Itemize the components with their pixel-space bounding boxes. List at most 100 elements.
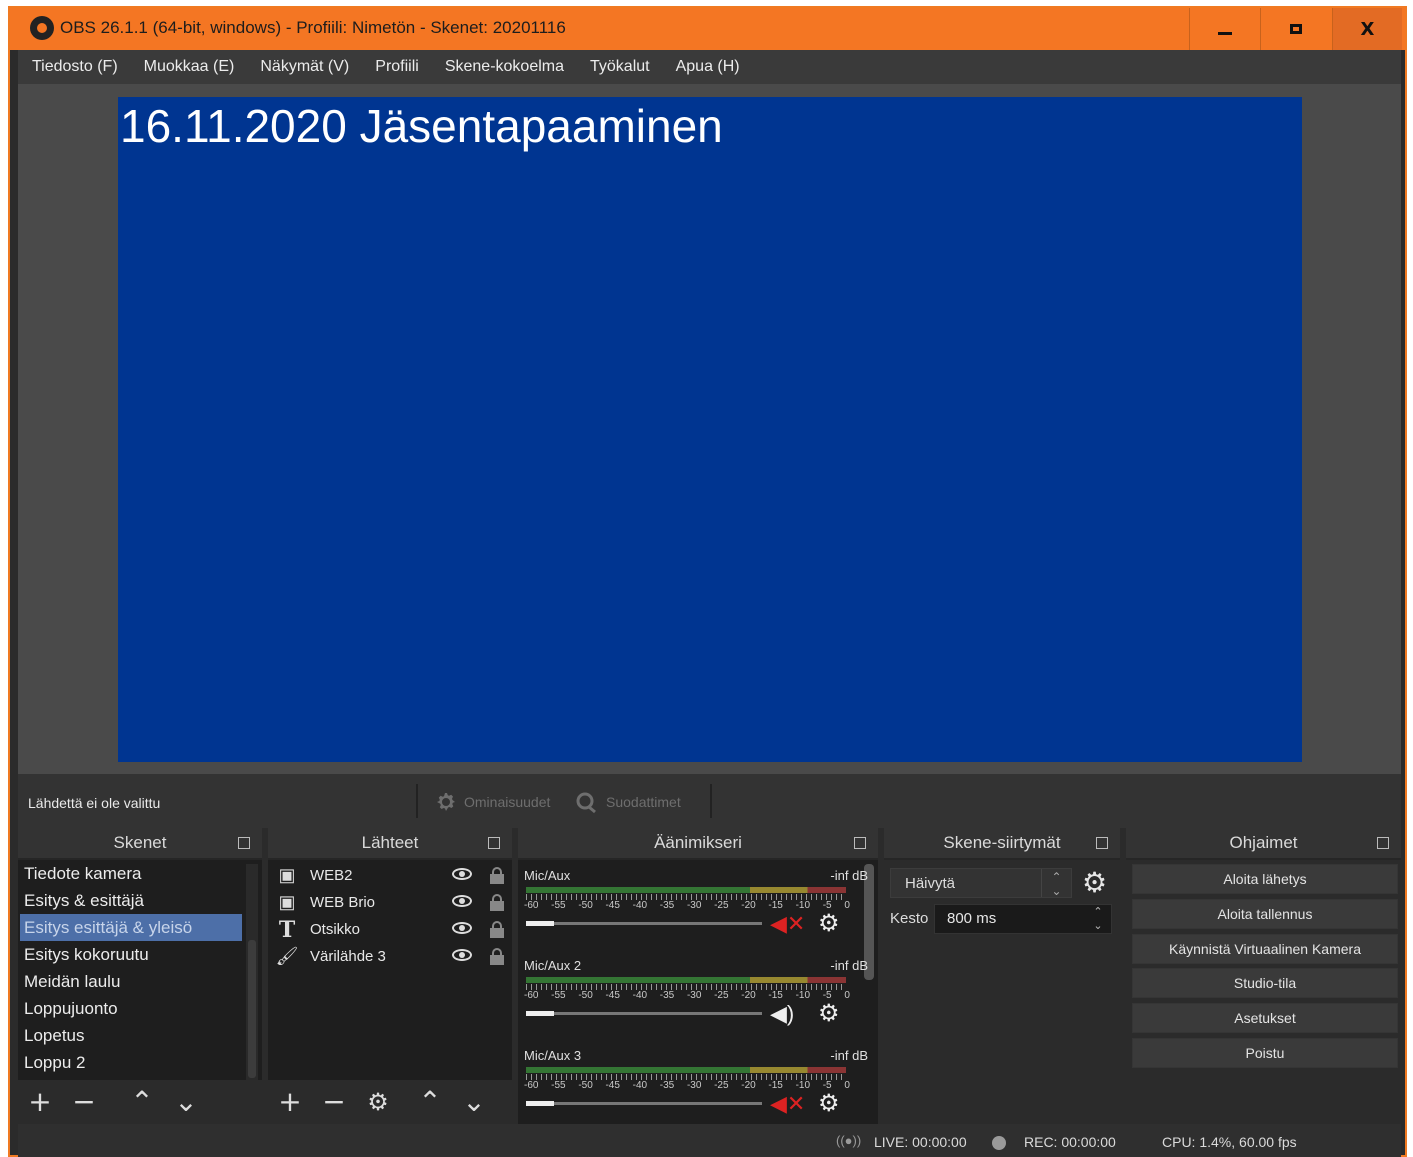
start-streaming-button[interactable]: Aloita lähetys (1132, 864, 1398, 894)
visibility-eye-icon[interactable] (452, 949, 472, 961)
filters-button[interactable]: Suodattimet (574, 790, 681, 814)
studio-mode-button[interactable]: Studio-tila (1132, 968, 1398, 998)
remove-icon[interactable]: − (70, 1088, 98, 1116)
move-up-icon[interactable]: ⌃ (416, 1088, 444, 1116)
menu-tools[interactable]: Työkalut (590, 58, 650, 76)
duration-value: 800 ms (947, 910, 997, 927)
controls-dock-header[interactable]: Ohjaimet (1126, 828, 1401, 858)
tick-label: 0 (844, 1080, 850, 1091)
add-icon[interactable]: + (26, 1088, 54, 1116)
add-icon[interactable]: + (276, 1088, 304, 1116)
transitions-panel: Häivytä ⌃ ⌄ ⚙ Kesto 800 ms ⌃ ⌄ (884, 860, 1120, 1124)
gear-icon[interactable]: ⚙ (818, 1002, 840, 1026)
undock-icon[interactable] (854, 837, 866, 849)
preview-canvas[interactable]: 16.11.2020 Jäsentapaaminen (118, 97, 1302, 762)
slider-handle[interactable] (526, 1101, 554, 1106)
sources-dock-header[interactable]: Lähteet (268, 828, 512, 858)
gear-icon[interactable]: ⚙ (364, 1088, 392, 1116)
undock-icon[interactable] (488, 837, 500, 849)
lock-icon[interactable] (490, 894, 504, 911)
menu-edit[interactable]: Muokkaa (E) (144, 58, 235, 76)
scene-item[interactable]: Esitys kokoruutu (18, 941, 262, 968)
tick-label: 0 (844, 990, 850, 1001)
scenes-scrollbar[interactable] (246, 864, 258, 1080)
menu-profile[interactable]: Profiili (375, 58, 419, 76)
source-item[interactable]: ▣ WEB Brio (268, 889, 512, 916)
slider-handle[interactable] (526, 921, 554, 926)
tick-label: -25 (714, 990, 729, 1001)
scenes-dock-header[interactable]: Skenet (18, 828, 262, 858)
tick-label: -30 (686, 900, 702, 911)
transitions-dock: Skene-siirtymät Häivytä ⌃ ⌄ ⚙ Kesto 800 m… (884, 828, 1120, 1124)
scene-item[interactable]: Meidän laulu (18, 968, 262, 995)
visibility-eye-icon[interactable] (452, 895, 472, 907)
meter-tick-labels: -60 -55 -50 -45 -40 -35 -30 -25 -20 -15 -10 -5 0 (524, 1080, 850, 1091)
text-icon: T (278, 916, 296, 943)
properties-button[interactable]: Ominaisuudet (434, 790, 550, 814)
menu-file[interactable]: Tiedosto (F) (32, 58, 118, 76)
remove-icon[interactable]: − (320, 1088, 348, 1116)
muted-speaker-icon[interactable]: ◀✕ (770, 1092, 806, 1116)
undock-icon[interactable] (238, 837, 250, 849)
controls-panel: Aloita lähetys Aloita tallennus Käynnist… (1126, 860, 1401, 1124)
volume-meter (526, 887, 846, 893)
lock-icon[interactable] (490, 948, 504, 965)
gear-icon[interactable]: ⚙ (818, 912, 840, 936)
start-recording-button[interactable]: Aloita tallennus (1132, 899, 1398, 929)
maximize-button[interactable] (1260, 8, 1330, 50)
scene-item[interactable]: Tiedote kamera (18, 860, 262, 887)
tick-label: -10 (795, 1080, 811, 1091)
settings-button[interactable]: Asetukset (1132, 1003, 1398, 1033)
channel-level: -inf dB (830, 868, 868, 883)
undock-icon[interactable] (1096, 837, 1108, 849)
source-item[interactable]: 🖌 Värilähde 3 (268, 943, 512, 970)
visibility-eye-icon[interactable] (452, 868, 472, 880)
gear-icon[interactable]: ⚙ (1082, 868, 1107, 898)
mixer-dock-header[interactable]: Äänimikseri (518, 828, 878, 858)
volume-slider[interactable] (526, 1011, 762, 1016)
exit-button[interactable]: Poistu (1132, 1038, 1398, 1068)
start-virtual-camera-button[interactable]: Käynnistä Virtuaalinen Kamera (1132, 934, 1398, 964)
title-bar[interactable]: OBS 26.1.1 (64-bit, windows) - Profiili:… (10, 8, 1405, 50)
muted-speaker-icon[interactable]: ◀✕ (770, 912, 806, 936)
tick-label: -35 (659, 990, 675, 1001)
source-item[interactable]: ▣ WEB2 (268, 862, 512, 889)
lock-icon[interactable] (490, 867, 504, 884)
transitions-dock-header[interactable]: Skene-siirtymät (884, 828, 1120, 858)
scene-item[interactable]: Loppujuonto (18, 995, 262, 1022)
source-item[interactable]: T Otsikko (268, 916, 512, 943)
volume-slider[interactable] (526, 1101, 762, 1106)
scene-item-selected[interactable]: Esitys esittäjä & yleisö (20, 914, 242, 941)
menu-view[interactable]: Näkymät (V) (260, 58, 349, 76)
tick-label: -10 (795, 990, 811, 1001)
menu-scene-collection[interactable]: Skene-kokoelma (445, 58, 564, 76)
tick-label: -20 (741, 990, 756, 1001)
toolbar-divider (416, 784, 418, 818)
obs-window: OBS 26.1.1 (64-bit, windows) - Profiili:… (8, 6, 1407, 1157)
move-up-icon[interactable]: ⌃ (128, 1088, 156, 1116)
close-button[interactable]: X (1332, 8, 1402, 50)
minimize-button[interactable] (1189, 8, 1259, 50)
scrollbar-thumb[interactable] (248, 940, 256, 1078)
slider-handle[interactable] (526, 1011, 554, 1016)
gear-icon[interactable]: ⚙ (818, 1092, 840, 1116)
transition-select[interactable]: Häivytä ⌃ ⌄ (890, 868, 1072, 898)
move-down-icon[interactable]: ⌄ (460, 1088, 488, 1116)
undock-icon[interactable] (1377, 837, 1389, 849)
tick-label: -35 (659, 900, 675, 911)
lock-icon[interactable] (490, 921, 504, 938)
visibility-eye-icon[interactable] (452, 922, 472, 934)
menu-help[interactable]: Apua (H) (676, 58, 740, 76)
tick-label: -40 (632, 1080, 648, 1091)
volume-slider[interactable] (526, 921, 762, 926)
spin-buttons-icon[interactable]: ⌃ ⌄ (1085, 905, 1111, 933)
move-down-icon[interactable]: ⌄ (172, 1088, 200, 1116)
toolbar-divider (710, 784, 712, 818)
scene-item[interactable]: Esitys & esittäjä (18, 887, 262, 914)
tick-label: 0 (844, 900, 850, 911)
duration-field[interactable]: 800 ms ⌃ ⌄ (934, 904, 1112, 934)
scene-item[interactable]: Lopetus (18, 1022, 262, 1049)
speaker-icon[interactable]: ◀) (770, 1002, 806, 1026)
tick-label: -55 (551, 1080, 566, 1091)
scene-item[interactable]: Loppu 2 (18, 1049, 262, 1076)
